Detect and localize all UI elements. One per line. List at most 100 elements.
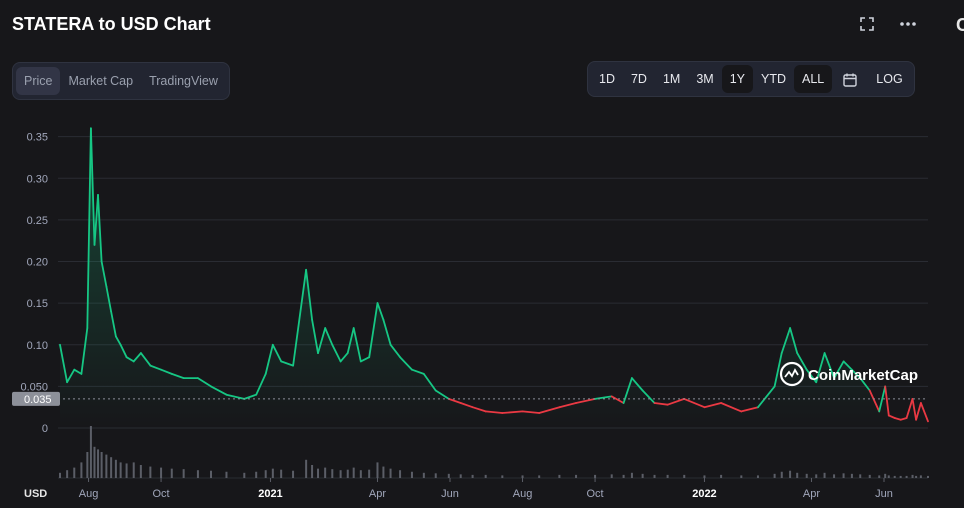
volume-bar: [720, 474, 723, 478]
volume-bar: [160, 467, 163, 478]
volume-bar: [292, 470, 295, 478]
x-tick-label: Jun: [875, 488, 893, 500]
volume-bar: [399, 470, 402, 478]
volume-bar: [225, 471, 228, 478]
volume-bar: [868, 474, 871, 478]
volume-bar: [105, 454, 108, 478]
volume-bar: [538, 475, 541, 478]
more-icon[interactable]: [899, 16, 917, 36]
volume-bar: [339, 470, 342, 478]
volume-bar: [170, 468, 173, 478]
volume-bar: [434, 473, 437, 478]
price-chart: 0 0.050 0.10 0.15 0.20 0.25 0.30 0.35 0.035 Coi…: [12, 127, 929, 500]
x-tick-label: Jun: [441, 488, 459, 500]
volume-bar: [331, 469, 334, 478]
y-tick-label: 0.050: [20, 381, 48, 393]
range-1m-button[interactable]: 1M: [655, 65, 688, 93]
range-all-button[interactable]: ALL: [794, 65, 833, 93]
page-title: STATERA to USD Chart: [12, 14, 211, 34]
currency-label: USD: [24, 488, 47, 500]
volume-bar: [264, 470, 267, 478]
x-axis-ticks: Aug Oct 2021 Apr Jun Aug Oct 2022 Apr Jun: [79, 478, 893, 500]
volume-bar: [119, 462, 122, 478]
volume-bar: [878, 475, 881, 478]
volume-bar: [317, 468, 320, 478]
volume-bar: [905, 475, 908, 478]
volume-bar: [594, 474, 597, 478]
volume-bar: [915, 475, 918, 478]
y-tick-label: 0.25: [27, 215, 48, 227]
volume-bar: [271, 468, 274, 478]
volume-bar: [139, 465, 142, 478]
y-tick-label: 0.20: [27, 257, 48, 269]
volume-bar: [893, 475, 896, 478]
x-tick-label: 2021: [258, 488, 282, 500]
volume-bar: [780, 471, 783, 478]
volume-bar: [887, 475, 890, 478]
volume-bar: [641, 473, 644, 478]
tab-market-cap[interactable]: Market Cap: [60, 67, 141, 95]
volume-bar: [97, 449, 100, 478]
volume-bar: [382, 466, 385, 478]
volume-bar: [311, 465, 314, 478]
tab-tradingview[interactable]: TradingView: [141, 67, 226, 95]
x-tick-label: Aug: [79, 488, 99, 500]
range-1y-button[interactable]: 1Y: [721, 65, 754, 93]
volume-bar: [305, 459, 308, 478]
volume-bar: [149, 466, 152, 478]
y-tick-label: 0.15: [27, 298, 48, 310]
volume-bar: [927, 475, 929, 478]
volume-bar: [346, 469, 349, 478]
fullscreen-icon[interactable]: [859, 16, 875, 36]
x-tick-label: Apr: [803, 488, 820, 500]
range-3m-button[interactable]: 3M: [688, 65, 721, 93]
volume-bar: [850, 473, 853, 478]
volume-bar: [796, 472, 799, 478]
volume-bar: [756, 475, 759, 478]
log-scale-button[interactable]: LOG: [868, 65, 910, 93]
volume-bar: [93, 446, 96, 478]
volume-bar: [80, 462, 83, 478]
volume-bar: [352, 467, 355, 478]
volume-bar: [132, 462, 135, 478]
volume-bar: [683, 474, 686, 478]
x-tick-label: Aug: [513, 488, 533, 500]
x-tick-label: Apr: [369, 488, 386, 500]
range-7d-button[interactable]: 7D: [623, 65, 655, 93]
tab-price[interactable]: Price: [16, 67, 61, 95]
volume-bar: [622, 474, 625, 478]
volume-bar: [410, 471, 413, 478]
range-ytd-button[interactable]: YTD: [753, 65, 794, 93]
volume-bar: [182, 469, 185, 478]
volume-bar: [114, 459, 117, 478]
volume-bar: [100, 452, 103, 478]
volume-bar: [823, 472, 826, 478]
volume-bar: [196, 470, 199, 478]
volume-bar: [359, 470, 362, 478]
volume-bar: [210, 470, 213, 478]
volume-bar: [703, 475, 706, 478]
current-price-label: 0.035: [12, 391, 60, 406]
volume-bar: [899, 475, 902, 478]
view-tabs: Price Market Cap TradingView: [12, 62, 230, 100]
y-axis-ticks: 0 0.050 0.10 0.15 0.20 0.25 0.30 0.35: [20, 132, 48, 435]
volume-bars: [59, 426, 929, 478]
volume-bar: [558, 474, 561, 478]
range-1d-button[interactable]: 1D: [591, 65, 623, 93]
volume-bar: [859, 474, 862, 478]
volume-bar: [86, 452, 89, 478]
volume-bar: [653, 474, 656, 478]
y-tick-label: 0: [42, 423, 48, 435]
volume-bar: [740, 475, 743, 478]
volume-bar: [911, 474, 914, 478]
current-price-text: 0.035: [24, 394, 52, 406]
volume-bar: [666, 474, 669, 478]
edge-text: C: [956, 15, 964, 35]
volume-bar: [575, 474, 578, 478]
calendar-icon[interactable]: [832, 65, 868, 93]
volume-bar: [73, 467, 76, 478]
watermark-text: CoinMarketCap: [808, 367, 918, 384]
x-tick-label: Oct: [587, 488, 604, 500]
volume-bar: [773, 473, 776, 478]
x-tick-label: 2022: [692, 488, 716, 500]
